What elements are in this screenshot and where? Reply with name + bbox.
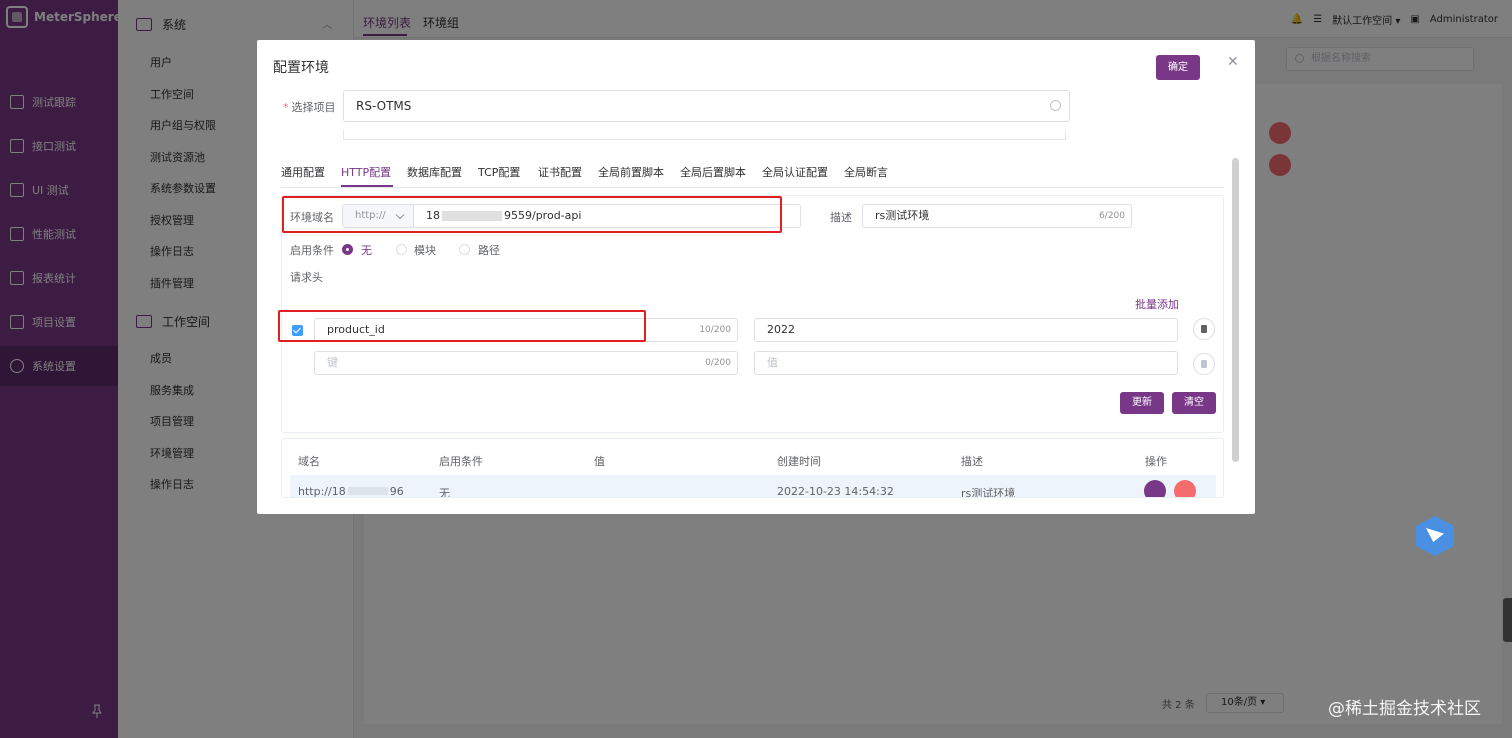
dialog-title: 配置环境 [273, 60, 329, 76]
radio-none-label[interactable]: 无 [361, 242, 372, 258]
domain-table: 域名 启用条件 值 创建时间 描述 操作 http://18 96 无 2022-… [281, 438, 1224, 498]
cell-condition: 无 [439, 487, 450, 498]
col-actions: 操作 [1145, 455, 1167, 468]
radio-module-label[interactable]: 模块 [414, 242, 436, 258]
cell-desc: rs测试环境 [961, 487, 1016, 498]
tab-database[interactable]: 数据库配置 [407, 164, 462, 180]
configure-env-dialog: 配置环境 确定 ✕ * 选择项目 RS-OTMS 通用配置 HTTP配置 数据库配… [257, 40, 1255, 514]
highlight-box [278, 310, 646, 342]
col-desc: 描述 [961, 455, 983, 468]
tab-auth[interactable]: 全局认证配置 [762, 164, 828, 180]
header-value-input[interactable]: 2022 [754, 318, 1178, 342]
table-row[interactable]: http://18 96 无 2022-10-23 14:54:32 rs测试环境 [290, 475, 1216, 498]
batch-add-link[interactable]: 批量添加 [1135, 296, 1179, 312]
project-dropdown-edge [343, 130, 1066, 140]
close-icon[interactable]: ✕ [1227, 54, 1239, 70]
radio-module[interactable] [396, 244, 407, 255]
desc-label: 描述 [830, 211, 852, 224]
tab-general[interactable]: 通用配置 [281, 164, 325, 180]
radio-path[interactable] [459, 244, 470, 255]
tab-pre-script[interactable]: 全局前置脚本 [598, 164, 664, 180]
condition-label: 启用条件 [290, 244, 334, 257]
project-label: * 选择项目 [283, 101, 336, 114]
headers-label: 请求头 [290, 271, 323, 284]
tab-assertion[interactable]: 全局断言 [844, 164, 888, 180]
col-condition: 启用条件 [439, 455, 483, 468]
tab-http[interactable]: HTTP配置 [341, 164, 391, 180]
clear-button[interactable]: 清空 [1172, 392, 1216, 414]
confirm-button[interactable]: 确定 [1156, 55, 1200, 80]
dialog-scrollbar[interactable] [1232, 158, 1239, 462]
col-domain: 域名 [298, 455, 320, 468]
trash-icon[interactable] [1193, 353, 1215, 375]
col-value: 值 [594, 455, 605, 468]
header-value-input-empty[interactable]: 值 [754, 351, 1178, 375]
cell-created: 2022-10-23 14:54:32 [777, 485, 894, 498]
tab-indicator [341, 185, 393, 187]
radio-path-label[interactable]: 路径 [478, 242, 500, 258]
project-select[interactable]: RS-OTMS [343, 90, 1070, 122]
col-created: 创建时间 [777, 455, 821, 468]
update-button[interactable]: 更新 [1120, 392, 1164, 414]
radio-none[interactable] [342, 244, 353, 255]
trash-icon[interactable] [1193, 318, 1215, 340]
watermark: @稀土掘金技术社区 [1328, 699, 1481, 719]
clear-icon[interactable] [1050, 100, 1061, 111]
highlight-box [282, 196, 782, 233]
header-key-input-empty[interactable]: 键 0/200 [314, 351, 738, 375]
side-widget[interactable] [1503, 598, 1512, 642]
delete-button[interactable] [1174, 480, 1196, 497]
tab-post-script[interactable]: 全局后置脚本 [680, 164, 746, 180]
http-config-panel: 环境域名 http:// 18 9559/prod-api 描述 rs测试环境 6… [278, 195, 1224, 433]
tab-certificate[interactable]: 证书配置 [538, 164, 582, 180]
cell-domain: http://18 96 [298, 485, 404, 498]
tab-tcp[interactable]: TCP配置 [478, 164, 520, 180]
edit-button[interactable] [1144, 480, 1166, 497]
desc-input[interactable]: rs测试环境 6/200 [862, 204, 1132, 228]
config-tabs: 通用配置 HTTP配置 数据库配置 TCP配置 证书配置 全局前置脚本 全局后置… [281, 164, 1224, 188]
